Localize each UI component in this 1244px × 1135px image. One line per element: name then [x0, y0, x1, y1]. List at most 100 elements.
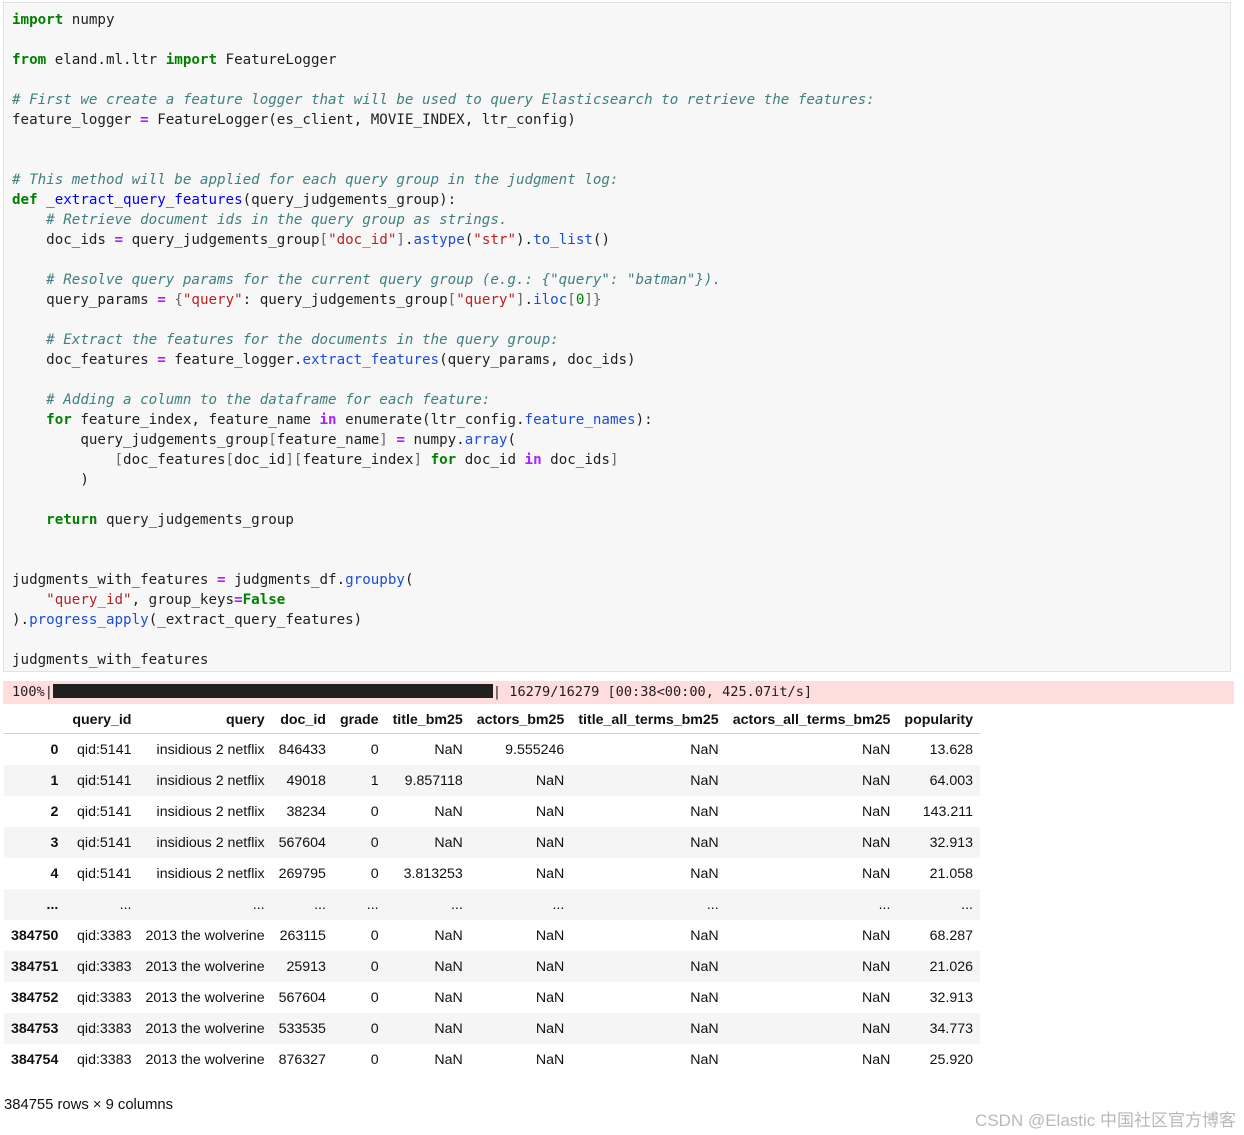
- column-header: title_bm25: [385, 706, 470, 734]
- code-token: "query_id": [46, 592, 132, 608]
- table-cell: ...: [725, 889, 898, 920]
- code-token: doc_id: [456, 452, 525, 468]
- code-token: ]: [516, 292, 525, 308]
- code-token: =: [157, 292, 166, 308]
- table-row: 4 qid:5141 insidious 2 netflix 269795 0 3.813…: [4, 858, 980, 889]
- table-row: 384750 qid:3383 2013 the wolverine 263115 0 N…: [4, 920, 980, 951]
- table-row: 3 qid:5141 insidious 2 netflix 567604 0 NaN Na…: [4, 827, 980, 858]
- code-token: ).: [12, 612, 30, 628]
- watermark: CSDN @Elastic 中国社区官方博客: [975, 1111, 1236, 1130]
- table-cell: NaN: [535, 989, 565, 1006]
- table-cell: ...: [332, 889, 386, 920]
- code-line: ): [12, 470, 1230, 490]
- code-token: "str": [473, 232, 517, 248]
- table-cell: NaN: [469, 1013, 572, 1044]
- dataframe-shape-summary: 384755 rows × 9 columns: [4, 1097, 174, 1113]
- code-token: query_params: [12, 292, 158, 308]
- code-token: iloc: [533, 292, 568, 308]
- table-cell: ...: [571, 889, 726, 920]
- table-cell: 32.913: [897, 827, 980, 858]
- table-cell: 0: [332, 951, 386, 982]
- table-cell: qid:3383: [77, 1051, 132, 1068]
- table-cell: NaN: [862, 803, 891, 820]
- table-cell: NaN: [690, 741, 719, 758]
- table-cell: NaN: [571, 1013, 726, 1044]
- code-cell[interactable]: import numpy from eland.ml.ltr import Fea…: [3, 2, 1231, 672]
- code-token: feature_logger: [12, 112, 141, 128]
- code-token: =: [140, 112, 149, 128]
- table-body: 0 qid:5141 insidious 2 netflix 846433 0 NaN 9.…: [4, 734, 980, 1076]
- table-row: 384753 qid:3383 2013 the wolverine 533535 0 N…: [4, 1013, 980, 1044]
- code-token: to_list: [533, 232, 593, 248]
- code-line: # First we create a feature logger that …: [12, 90, 1230, 110]
- code-token: array: [464, 432, 508, 448]
- table-cell: NaN: [862, 1051, 891, 1068]
- table-cell: 567604: [271, 827, 333, 858]
- table-cell: NaN: [469, 765, 572, 796]
- table-cell: 34.773: [897, 1013, 980, 1044]
- code-token: (: [507, 432, 516, 448]
- table-cell: NaN: [725, 951, 898, 982]
- code-line: ).progress_apply(_extract_query_features…: [12, 610, 1230, 630]
- table-cell: NaN: [862, 865, 891, 882]
- code-token: feature_index, feature_name: [71, 412, 320, 428]
- table-row: ..............................: [4, 889, 980, 920]
- table-cell: NaN: [535, 803, 565, 820]
- code-token: =: [396, 432, 405, 448]
- row-index: 3: [4, 827, 66, 858]
- code-token: feature_name: [276, 432, 380, 448]
- table-cell: 2013 the wolverine: [145, 927, 265, 944]
- table-cell: qid:3383: [77, 927, 132, 944]
- column-header: query: [138, 706, 272, 734]
- table-cell: 21.026: [897, 951, 980, 982]
- code-token: ]: [413, 452, 423, 468]
- row-index: 384750: [11, 927, 59, 944]
- code-token: : query_judgements_group: [242, 292, 448, 308]
- code-token: in: [319, 412, 337, 428]
- table-cell: 2013 the wolverine: [145, 989, 265, 1006]
- code-token: [: [447, 292, 457, 308]
- table-row: 384751 qid:3383 2013 the wolverine 25913 0 Na…: [4, 951, 980, 982]
- code-token: _extract_query_features: [46, 192, 243, 208]
- code-token: [: [268, 432, 277, 448]
- table-cell: ...: [469, 889, 572, 920]
- table-cell: 49018: [271, 765, 333, 796]
- progress-percent: 100%|: [12, 684, 53, 700]
- code-token: # First we create a feature logger that …: [12, 92, 875, 108]
- code-token: doc_ids: [12, 232, 115, 248]
- row-index: 384751: [4, 951, 66, 982]
- column-header: actors_bm25: [469, 706, 572, 734]
- code-line: [doc_features[doc_id][feature_index] for…: [12, 450, 1230, 470]
- code-token: ]: [396, 232, 405, 248]
- code-token: return: [46, 512, 98, 528]
- code-line: for feature_index, feature_name in enume…: [12, 410, 1230, 430]
- table-cell: qid:3383: [77, 989, 132, 1006]
- code-block[interactable]: import numpy from eland.ml.ltr import Fea…: [4, 3, 1230, 670]
- code-token: query_judgements_group: [97, 512, 294, 528]
- table-cell: qid:5141: [65, 827, 139, 858]
- table-cell: 263115: [279, 927, 326, 944]
- table-cell: ...: [65, 889, 139, 920]
- table-cell: 2013 the wolverine: [145, 1051, 265, 1068]
- code-token: groupby: [345, 572, 405, 588]
- code-token: ][: [285, 452, 303, 468]
- table-cell: 21.058: [929, 865, 973, 882]
- code-token: query_judgements_group: [12, 432, 269, 448]
- code-line: from eland.ml.ltr import FeatureLogger: [12, 50, 1230, 70]
- code-line: doc_features = feature_logger.extract_fe…: [12, 350, 1230, 370]
- code-token: ]}: [584, 292, 602, 308]
- row-index: ...: [4, 889, 66, 920]
- table-cell: 9.857118: [385, 765, 470, 796]
- table-cell: qid:5141: [77, 741, 132, 758]
- table-row: 2 qid:5141 insidious 2 netflix 38234 0 NaN NaN…: [4, 796, 980, 827]
- table-cell: NaN: [690, 927, 719, 944]
- code-token: (_extract_query_features): [148, 612, 363, 628]
